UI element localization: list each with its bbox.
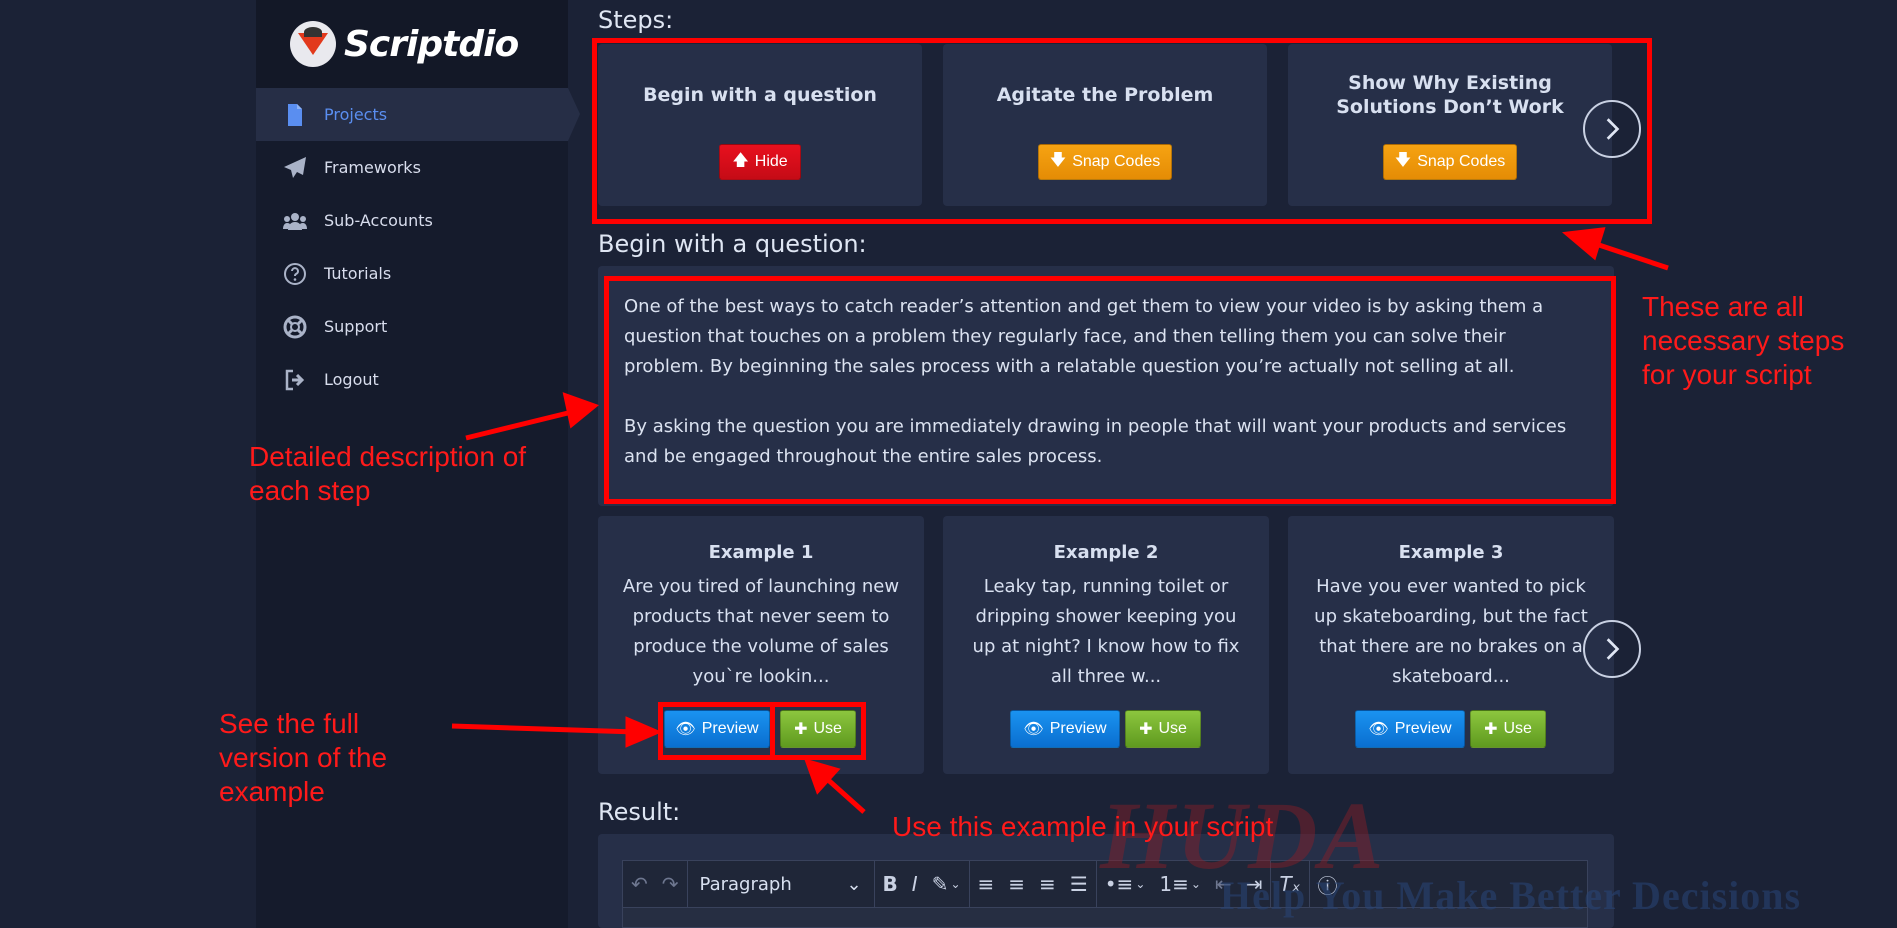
sidebar-nav: Projects Frameworks Sub-Accounts Tutoria… [256, 88, 580, 406]
example-card: Example 2 Leaky tap, running toilet or d… [943, 516, 1269, 774]
use-label: Use [1158, 720, 1187, 737]
sidebar-item-label: Logout [324, 370, 379, 389]
sidebar-item-label: Tutorials [324, 264, 392, 283]
align-justify-icon[interactable]: ☰ [1070, 872, 1088, 896]
detail-heading: Begin with a question: [598, 230, 867, 258]
plus-icon: ✚ [1139, 721, 1153, 738]
block-format-value: Paragraph [699, 873, 792, 895]
description-highlight-box [604, 276, 1616, 504]
bold-icon[interactable]: B [883, 872, 898, 896]
steps-heading: Steps: [598, 6, 674, 34]
example-title: Example 1 [708, 542, 814, 563]
examples-next-button[interactable] [1583, 620, 1641, 678]
paper-plane-icon [282, 155, 308, 181]
brand-name: Scriptdio [344, 23, 519, 65]
example-text: Are you tired of launching new products … [622, 576, 900, 687]
align-right-icon[interactable]: ≡ [1039, 872, 1056, 896]
logo-mark-icon [290, 21, 336, 67]
life-ring-icon [282, 314, 308, 340]
redo-icon[interactable]: ↷ [662, 872, 679, 896]
highlight-icon[interactable]: ✎ ⌄ [932, 872, 961, 896]
history-group: ↶ ↷ [623, 861, 688, 907]
question-circle-icon [282, 261, 308, 287]
logo[interactable]: Scriptdio [256, 0, 568, 88]
preview-button[interactable]: 👁 Preview [1010, 710, 1120, 748]
sidebar-item-label: Sub-Accounts [324, 211, 433, 230]
italic-icon[interactable]: I [912, 872, 918, 896]
chevron-down-icon: ⌄ [846, 873, 862, 895]
undo-icon[interactable]: ↶ [631, 872, 648, 896]
sidebar-item-label: Frameworks [324, 158, 421, 177]
detail-annotation: Detailed description of each step [249, 441, 527, 506]
example-card: Example 3 Have you ever wanted to pick u… [1288, 516, 1614, 774]
sidebar-item-frameworks[interactable]: Frameworks [256, 141, 568, 194]
sidebar-item-support[interactable]: Support [256, 300, 568, 353]
use-annotation: Use this example in your script [892, 811, 1274, 842]
steps-highlight-box [592, 38, 1652, 224]
align-group: ≡ ≡ ≡ ☰ [970, 861, 1097, 907]
result-heading: Result: [598, 798, 681, 826]
use-button[interactable]: ✚ Use [1125, 710, 1201, 748]
align-center-icon[interactable]: ≡ [1008, 872, 1025, 896]
sidebar-item-label: Support [324, 317, 388, 336]
plus-icon: ✚ [1484, 721, 1498, 738]
example-buttons-highlight-box [658, 702, 866, 760]
use-button[interactable]: ✚ Use [1470, 710, 1546, 748]
example-title: Example 2 [1053, 542, 1159, 563]
use-label: Use [1503, 720, 1532, 737]
preview-annotation: See the full version of the example [219, 708, 388, 807]
eye-icon: 👁 [1023, 721, 1044, 738]
sidebar-item-tutorials[interactable]: Tutorials [256, 247, 568, 300]
sign-out-icon [282, 367, 308, 393]
steps-annotation: These are all necessary steps for your s… [1642, 291, 1845, 390]
sidebar-item-projects[interactable]: Projects [256, 88, 580, 141]
format-group: Paragraph ⌄ [688, 861, 875, 907]
sidebar-item-logout[interactable]: Logout [256, 353, 568, 406]
sidebar-item-sub-accounts[interactable]: Sub-Accounts [256, 194, 568, 247]
preview-button[interactable]: 👁 Preview [1355, 710, 1465, 748]
example-title: Example 3 [1398, 542, 1504, 563]
eye-icon: 👁 [1368, 721, 1389, 738]
align-left-icon[interactable]: ≡ [978, 872, 995, 896]
sidebar-item-label: Projects [324, 105, 388, 124]
block-format-select[interactable]: Paragraph ⌄ [696, 874, 866, 895]
example-text: Leaky tap, running toilet or dripping sh… [972, 576, 1240, 687]
watermark-tagline: Help You Make Better Decisions [1220, 873, 1802, 918]
users-icon [282, 208, 308, 234]
text-style-group: B I ✎ ⌄ [875, 861, 970, 907]
preview-label: Preview [1049, 720, 1107, 737]
preview-label: Preview [1394, 720, 1452, 737]
chevron-right-icon [1606, 638, 1620, 660]
example-buttons-divider [770, 706, 775, 756]
example-text: Have you ever wanted to pick up skateboa… [1314, 576, 1588, 687]
file-icon [282, 102, 308, 128]
